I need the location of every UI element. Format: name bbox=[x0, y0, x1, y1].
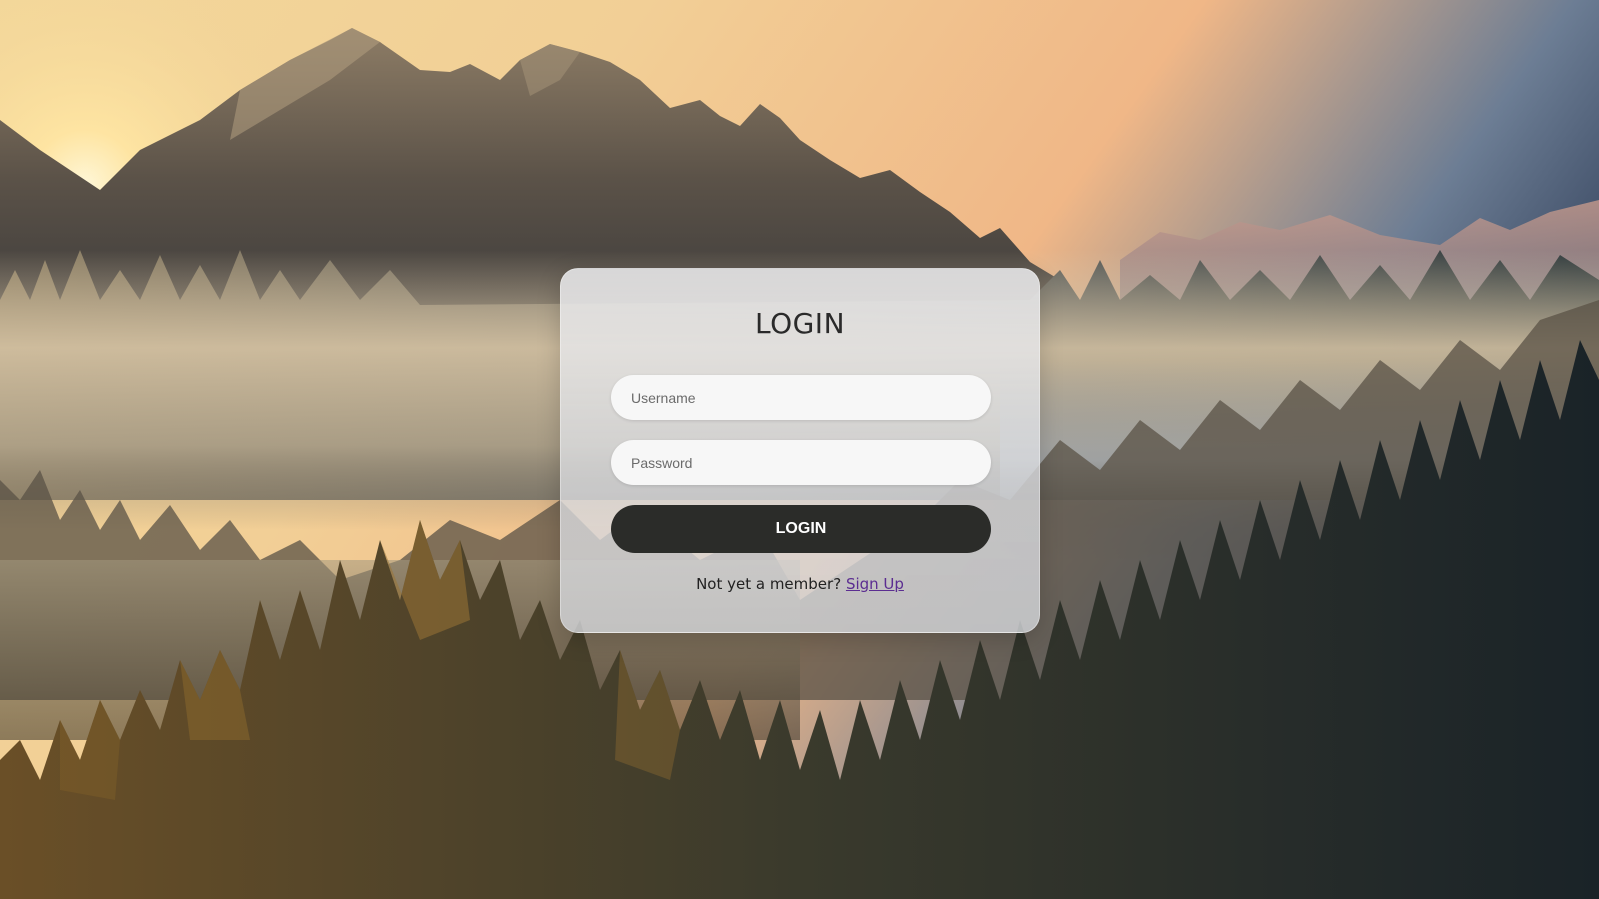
signup-prompt-text: Not yet a member? bbox=[696, 575, 846, 593]
login-title: LOGIN bbox=[754, 307, 846, 340]
signup-prompt-line: Not yet a member? Sign Up bbox=[561, 575, 1039, 593]
password-input[interactable] bbox=[611, 440, 991, 485]
login-button[interactable]: LOGIN bbox=[611, 505, 991, 553]
login-card: LOGIN LOGIN Not yet a member? Sign Up bbox=[560, 268, 1040, 633]
username-input[interactable] bbox=[611, 375, 991, 420]
signup-link[interactable]: Sign Up bbox=[846, 575, 904, 593]
